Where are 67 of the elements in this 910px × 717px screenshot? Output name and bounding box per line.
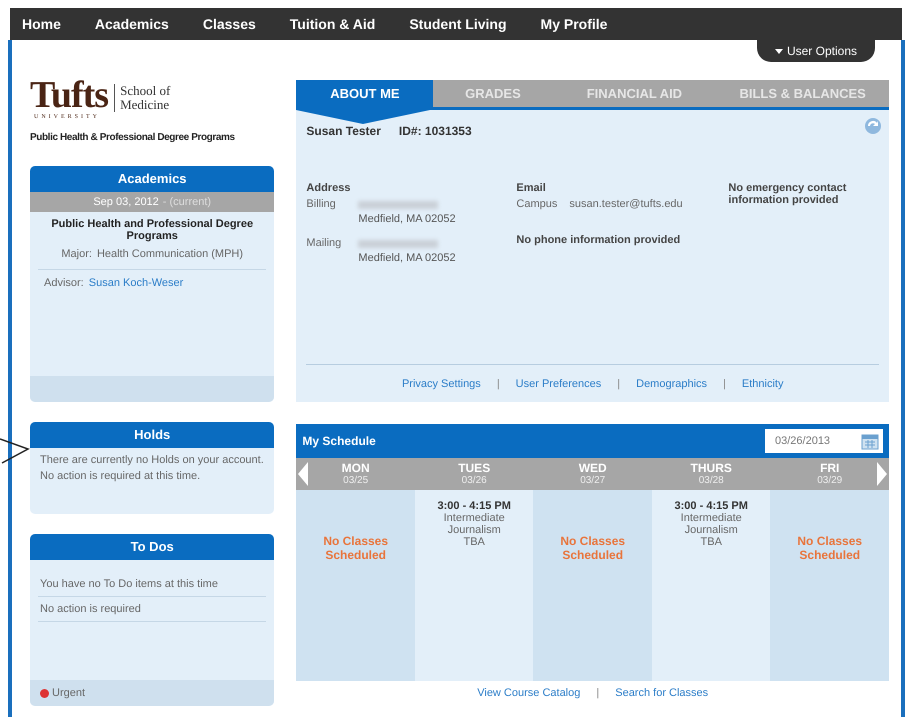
separator: | [496,378,500,390]
user-options-button[interactable]: User Options [756,40,875,62]
student-name: Susan Tester [306,124,381,138]
email-label: Campus [516,198,558,210]
separator: | [617,378,620,390]
schedule-title: My Schedule [302,434,376,448]
schedule-link[interactable]: View Course Catalog [477,687,580,699]
day-date: 03/27 [580,475,606,486]
advisor-label: Advisor: [44,277,84,289]
separator: | [596,687,600,699]
address-label: Billing [306,198,337,212]
class-room: TBA [700,536,722,548]
urgent-legend: Urgent [52,687,86,699]
logo-wordmark: Tufts [30,76,108,114]
day-name: MON [342,462,370,476]
course-name: Intermediate Journalism [680,512,743,536]
schedule-link[interactable]: Search for Classes [615,687,708,699]
address-heading: Address [306,182,352,194]
nav-link[interactable]: Academics [94,16,169,32]
class-time: 3:00 - 4:15 PM [674,500,748,512]
separator: | [723,378,726,390]
day-name: FRI [820,462,840,476]
student-id: ID#: 1031353 [398,124,472,138]
emergency-note: No emergency contact information provided [728,182,848,206]
day-name: TUES [458,462,490,476]
address-label: Mailing [306,237,342,251]
day-date: 03/29 [817,475,842,486]
phone-note: No phone information provided [516,234,682,246]
no-classes-note: No Classes Scheduled [559,534,626,562]
email-heading: Email [516,182,547,194]
holds-message: No action is required at this time. [39,469,202,484]
course-name: Intermediate Journalism [442,512,506,536]
nav-link[interactable]: My Profile [540,16,608,32]
day-date: 03/25 [343,475,368,486]
advisor-link[interactable]: Susan Koch-Weser [88,277,184,289]
major-value: Health Communication (MPH) [96,248,244,260]
nav-link[interactable]: Home [22,16,61,32]
major-label: Major: [61,248,92,260]
profile-link[interactable]: Privacy Settings [402,378,481,390]
day-name: WED [578,462,607,476]
class-time: 3:00 - 4:15 PM [438,500,511,512]
program-name: Public Health & Professional Degree Programs [30,132,236,143]
email-address: susan.tester@tufts.edu [569,198,683,210]
nav-link[interactable]: Student Living [409,16,507,32]
class-room: TBA [463,536,485,548]
program-title: Public Health and Professional Degree Programs [50,217,254,244]
card-title: To Dos [30,534,274,560]
address-city: Medfield, MA 02052 [358,213,456,225]
address-city: Medfield, MA 02052 [358,252,456,264]
nav-link[interactable]: Classes [202,16,256,32]
day-date: 03/26 [462,475,487,486]
term-date: Sep 03, 2012 [93,195,159,210]
profile-link[interactable]: User Preferences [516,378,602,390]
profile-link[interactable]: Demographics [636,378,708,390]
no-classes-note: No Classes Scheduled [796,534,864,562]
school-name: School of Medicine [114,84,194,112]
date-field[interactable]: 03/26/2013 [765,429,883,453]
card-title: Academics [30,166,274,192]
todo-message: You have no To Do items at this time [38,572,266,597]
holds-message: There are currently no Holds on your account. [39,453,265,468]
day-name: THURS [690,462,732,476]
card-title: Holds [30,422,274,448]
no-classes-note: No Classes Scheduled [322,534,390,562]
profile-link[interactable]: Ethnicity [742,378,784,390]
todo-message: No action is required [38,597,266,622]
nav-link[interactable]: Tuition & Aid [290,16,376,32]
day-date: 03/28 [698,475,724,486]
